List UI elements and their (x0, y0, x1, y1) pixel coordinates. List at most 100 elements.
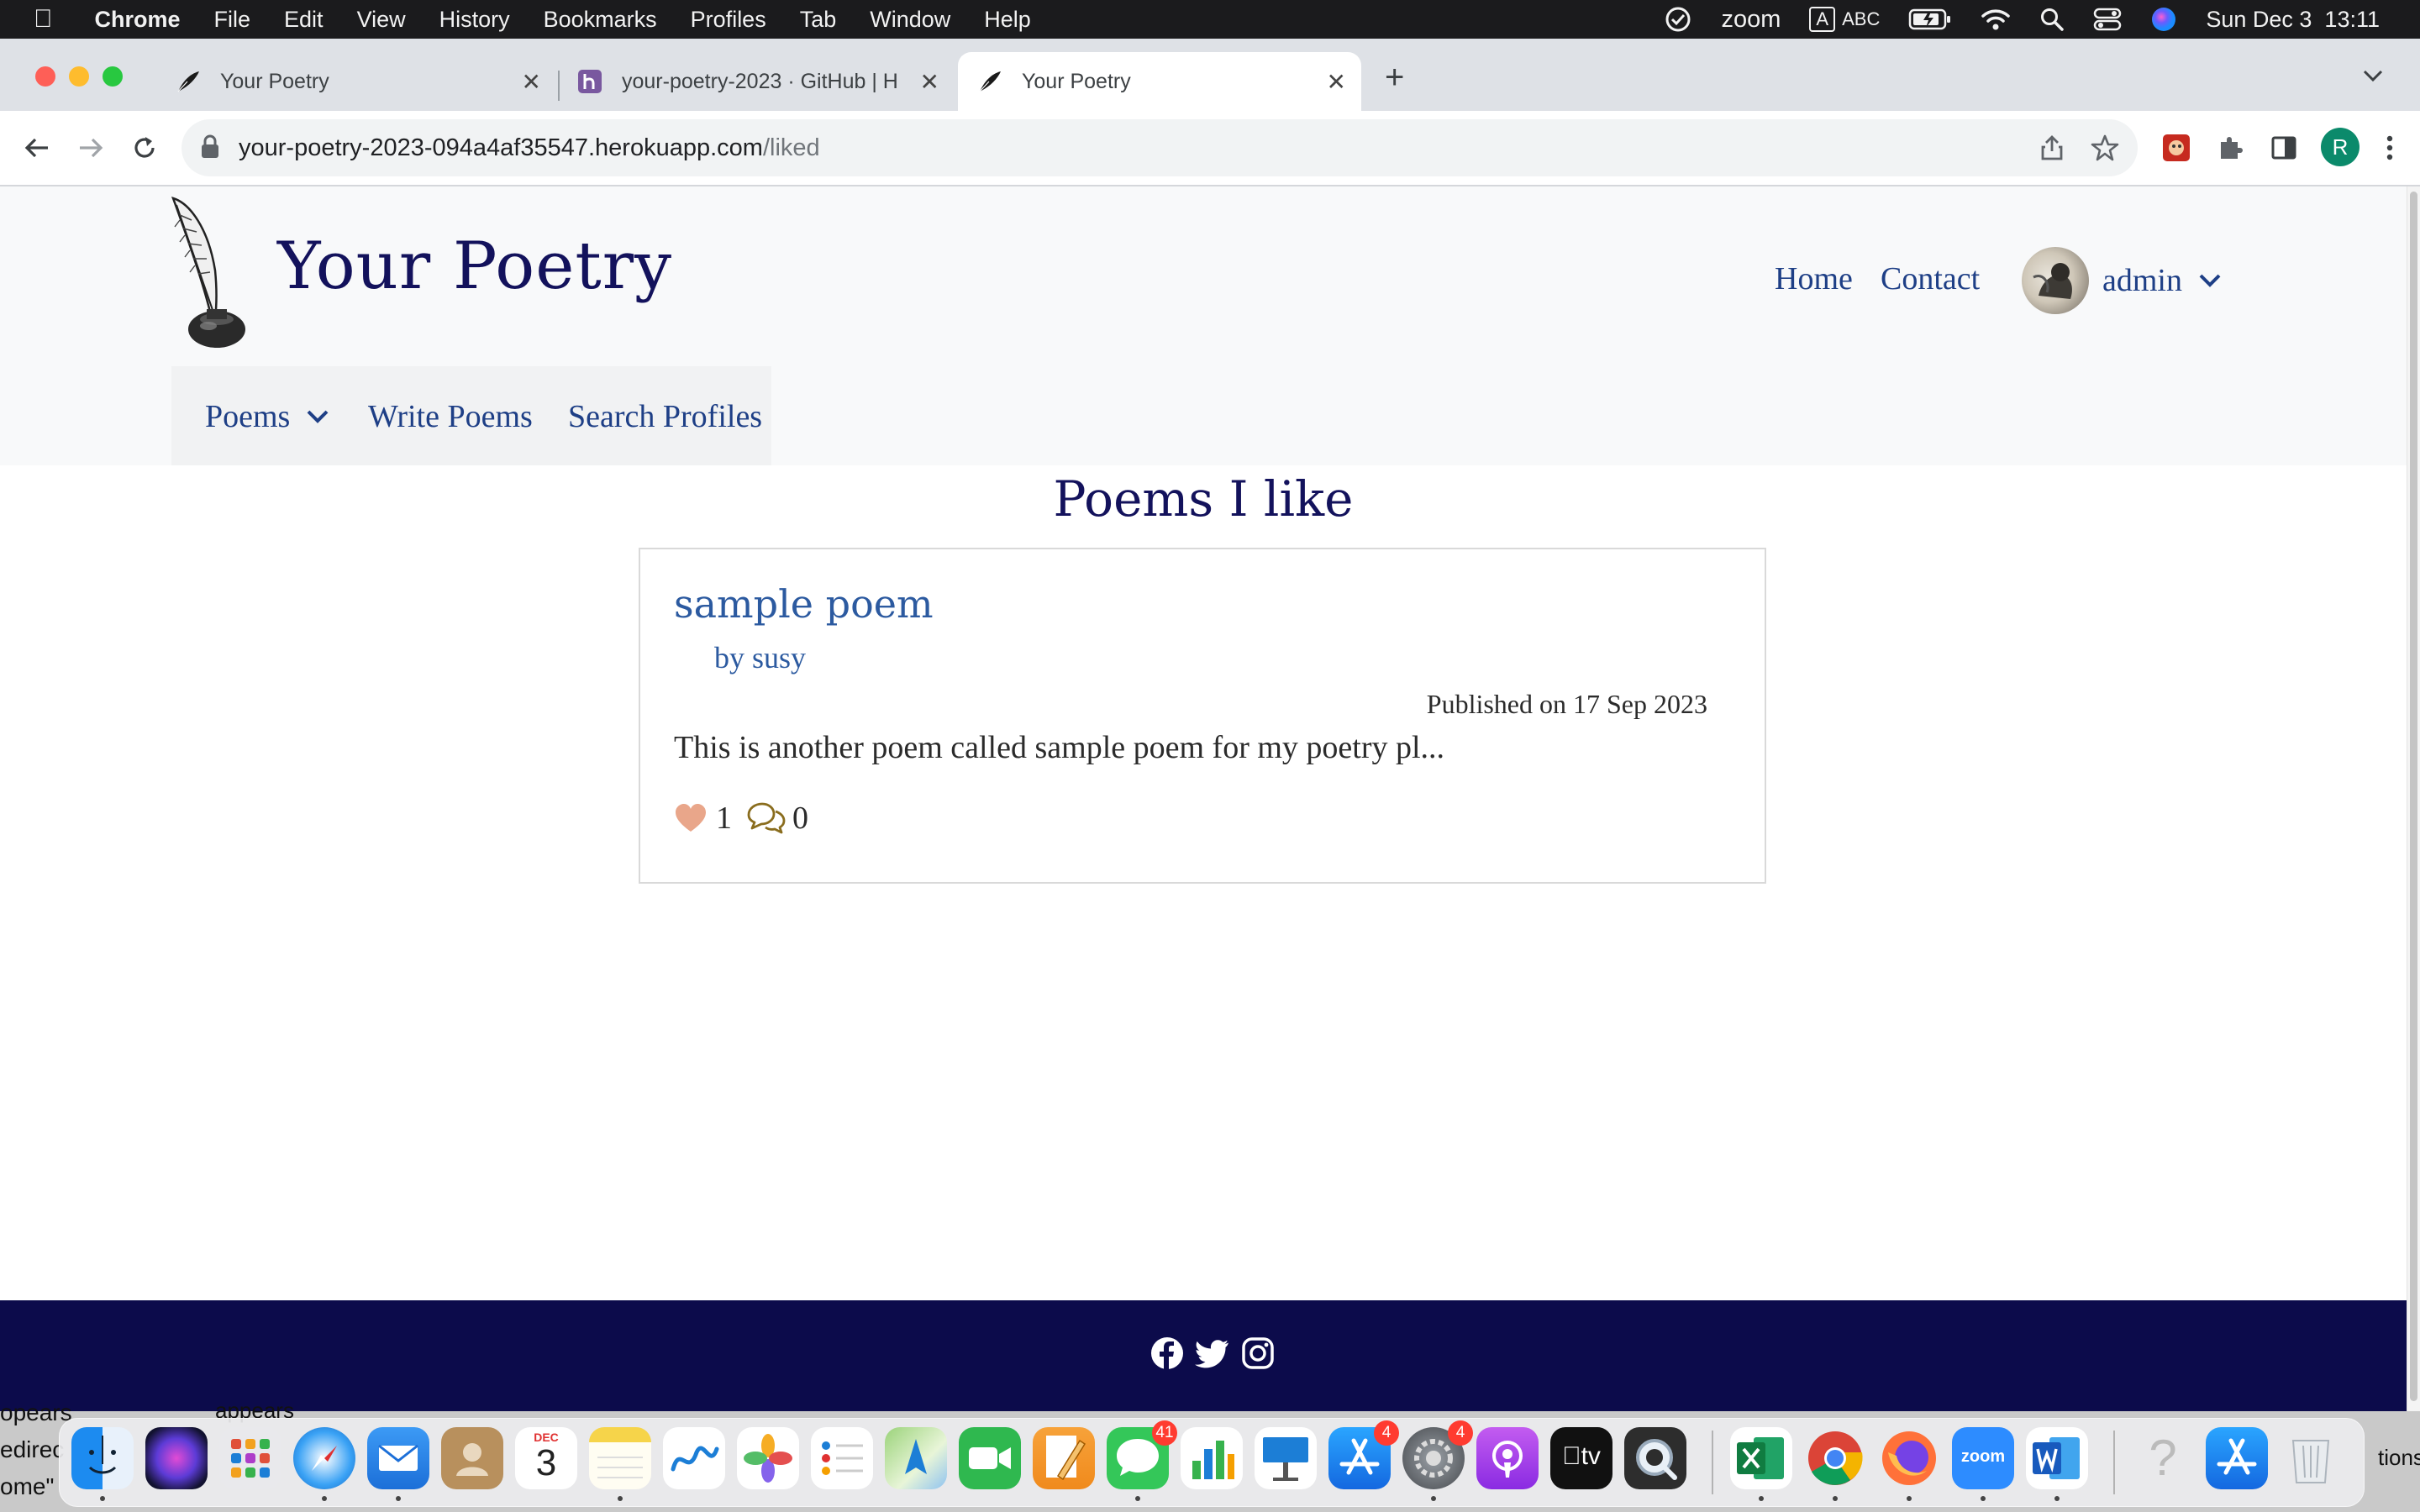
menu-edit[interactable]: Edit (284, 7, 324, 33)
facetime-icon[interactable] (959, 1427, 1021, 1489)
control-center-icon[interactable] (2093, 7, 2122, 32)
background-text: opears (0, 1399, 72, 1425)
menu-tab[interactable]: Tab (800, 7, 837, 33)
menu-bar:  Chrome File Edit View History Bookmark… (0, 0, 2420, 39)
input-source[interactable]: A ABC (1809, 7, 1880, 32)
nav-contact-link[interactable]: Contact (1881, 260, 1980, 297)
menu-bookmarks[interactable]: Bookmarks (544, 7, 657, 33)
siri-icon[interactable] (2150, 6, 2177, 33)
help-question-icon[interactable]: ? (2132, 1427, 2194, 1489)
scrollbar-thumb[interactable] (2410, 192, 2417, 1401)
screen-time-icon[interactable] (1663, 4, 1693, 34)
bookmark-star-icon[interactable] (2091, 134, 2119, 166)
running-indicator (396, 1496, 401, 1501)
battery-icon[interactable] (1908, 8, 1952, 31)
site-brand[interactable]: Your Poetry (277, 228, 672, 304)
word-icon[interactable] (2026, 1427, 2088, 1501)
lock-icon[interactable] (200, 134, 220, 164)
firefox-icon[interactable] (1878, 1427, 1940, 1501)
twitter-icon[interactable] (1195, 1336, 1230, 1371)
menu-view[interactable]: View (357, 7, 406, 33)
quill-inkwell-logo[interactable] (165, 195, 257, 359)
menu-profiles[interactable]: Profiles (691, 7, 766, 33)
quill-icon (175, 68, 202, 95)
apple-tv-icon[interactable]: tv (1550, 1427, 1612, 1489)
url-text[interactable]: your-poetry-2023-094a4af35547.herokuapp.… (239, 119, 820, 176)
tab-search-chevron-icon[interactable] (2361, 67, 2385, 88)
zoom-app-label: zoom (1960, 1447, 2006, 1466)
tab-your-poetry-1[interactable]: Your Poetry ✕ (160, 52, 556, 111)
app-store-icon[interactable]: 4 (1328, 1420, 1399, 1489)
calendar-icon[interactable]: DEC 3 (515, 1427, 577, 1489)
poem-title-link[interactable]: sample poem (674, 581, 934, 627)
extension-red-icon[interactable] (2160, 131, 2193, 165)
tab-close-icon[interactable]: ✕ (1327, 68, 1346, 96)
apple-menu-icon[interactable]:  (34, 5, 53, 34)
forward-button[interactable] (72, 129, 109, 166)
siri-app-icon[interactable] (145, 1427, 208, 1489)
notes-icon[interactable] (589, 1427, 651, 1501)
side-panel-icon[interactable] (2267, 131, 2301, 165)
maps-icon[interactable] (885, 1427, 947, 1489)
menu-clock[interactable]: Sun Dec 3 13:11 (2206, 7, 2380, 33)
chrome-icon[interactable] (1804, 1427, 1866, 1501)
podcasts-icon[interactable] (1476, 1427, 1539, 1489)
extensions-puzzle-icon[interactable] (2213, 131, 2247, 165)
tab-your-poetry-active[interactable]: Your Poetry ✕ (958, 52, 1361, 111)
menu-history[interactable]: History (439, 7, 510, 33)
app-store-folder-icon[interactable] (2206, 1427, 2268, 1489)
user-avatar[interactable] (2022, 247, 2089, 314)
heart-icon[interactable] (674, 803, 708, 833)
quicktime-icon[interactable] (1624, 1427, 1686, 1489)
finder-icon[interactable] (71, 1427, 134, 1501)
facebook-icon[interactable] (1150, 1336, 1185, 1371)
tab-close-icon[interactable]: ✕ (920, 68, 939, 96)
nav-write-poems-link[interactable]: Write Poems (368, 398, 533, 435)
wifi-icon[interactable] (1981, 7, 2011, 32)
safari-icon[interactable] (293, 1427, 355, 1501)
mail-icon[interactable] (367, 1427, 429, 1501)
window-close-button[interactable] (35, 66, 55, 87)
window-zoom-button[interactable] (103, 66, 123, 87)
nav-poems-dropdown[interactable]: Poems (205, 398, 330, 435)
address-bar[interactable]: your-poetry-2023-094a4af35547.herokuapp.… (182, 119, 2138, 176)
freeform-icon[interactable] (663, 1427, 725, 1489)
tab-close-icon[interactable]: ✕ (522, 68, 541, 96)
instagram-icon[interactable] (1240, 1336, 1276, 1371)
poem-author-link[interactable]: by susy (714, 640, 806, 675)
keynote-icon[interactable] (1255, 1427, 1317, 1489)
menu-file[interactable]: File (214, 7, 251, 33)
excel-icon[interactable] (1730, 1427, 1792, 1501)
tab-github-heroku[interactable]: your-poetry-2023 · GitHub | H ✕ (561, 52, 955, 111)
back-button[interactable] (18, 129, 55, 166)
spotlight-search-icon[interactable] (2039, 7, 2065, 32)
page-scrollbar[interactable] (2407, 186, 2420, 1411)
system-settings-icon[interactable]: 4 (1402, 1420, 1473, 1501)
zoom-app-icon[interactable]: zoom (1952, 1427, 2014, 1501)
photos-icon[interactable] (737, 1427, 799, 1489)
messages-icon[interactable]: 41 (1107, 1420, 1177, 1501)
numbers-icon[interactable] (1181, 1427, 1243, 1489)
pages-icon[interactable] (1033, 1427, 1095, 1489)
share-icon[interactable] (2040, 134, 2064, 165)
running-indicator (618, 1496, 623, 1501)
zoom-menu-item[interactable]: zoom (1722, 6, 1781, 34)
user-menu-toggle[interactable]: admin (2102, 262, 2223, 299)
new-tab-button[interactable]: + (1385, 59, 1404, 97)
window-minimize-button[interactable] (69, 66, 89, 87)
comment-icon[interactable] (745, 801, 787, 835)
nav-search-profiles-link[interactable]: Search Profiles (568, 398, 762, 435)
secondary-nav: Poems Write Poems Search Profiles (171, 366, 771, 465)
nav-home-link[interactable]: Home (1775, 260, 1853, 297)
menu-app-name[interactable]: Chrome (95, 7, 181, 33)
reminders-icon[interactable] (811, 1427, 873, 1489)
contacts-icon[interactable] (441, 1427, 503, 1489)
menu-window[interactable]: Window (870, 7, 950, 33)
menu-help[interactable]: Help (984, 7, 1031, 33)
trash-icon[interactable] (2280, 1427, 2342, 1489)
chrome-menu-icon[interactable] (2373, 131, 2407, 165)
running-indicator (1981, 1496, 1986, 1501)
reload-button[interactable] (126, 129, 163, 166)
launchpad-icon[interactable] (219, 1427, 281, 1489)
profile-avatar[interactable]: R (2321, 128, 2360, 166)
